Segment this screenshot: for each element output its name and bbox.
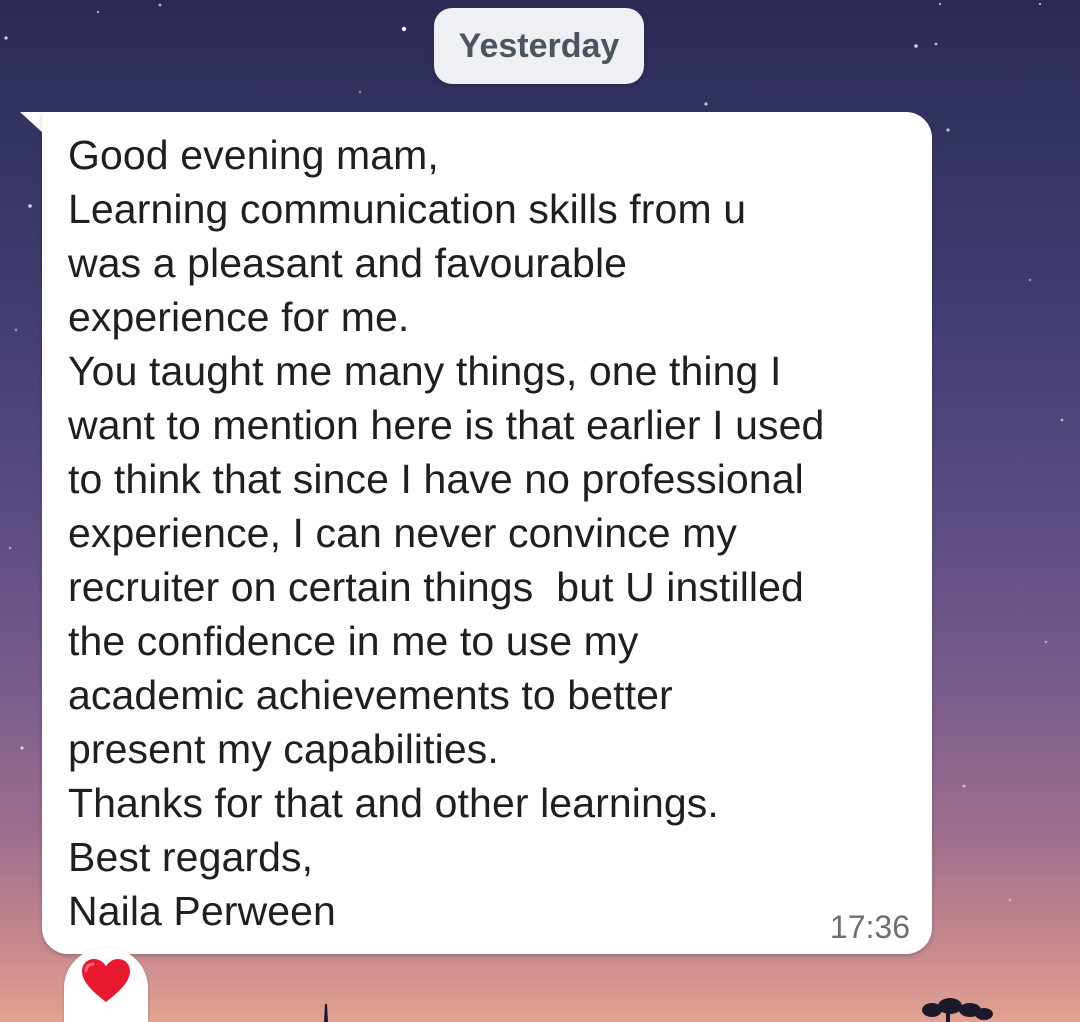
message-line: Thanks for that and other learnings. xyxy=(68,780,719,826)
message-line: experience for me. xyxy=(68,294,410,340)
red-heart-icon xyxy=(82,959,130,1002)
reaction-badge[interactable] xyxy=(64,948,148,1022)
message-line: the confidence in me to use my xyxy=(68,618,639,664)
message-line: academic achievements to better xyxy=(68,672,673,718)
tree-silhouette-left xyxy=(324,1004,328,1022)
message-line: present my capabilities. xyxy=(68,726,499,772)
date-separator-label: Yesterday xyxy=(458,26,620,65)
date-separator-chip: Yesterday xyxy=(434,8,644,84)
message-line: Good evening mam, xyxy=(68,132,439,178)
message-timestamp: 17:36 xyxy=(829,909,910,945)
message-line: to think that since I have no profession… xyxy=(68,456,804,502)
tree-silhouette-right xyxy=(922,998,993,1022)
message-line: Naila Perween xyxy=(68,888,336,934)
message-line: recruiter on certain things but U instil… xyxy=(68,564,804,610)
message-line: was a pleasant and favourable xyxy=(68,240,628,286)
message-line: You taught me many things, one thing I xyxy=(68,348,782,394)
message-line: Learning communication skills from u xyxy=(68,186,747,232)
message-line: want to mention here is that earlier I u… xyxy=(68,402,825,448)
message-line: Best regards, xyxy=(68,834,314,880)
incoming-message-bubble[interactable]: Good evening mam, Learning communication… xyxy=(42,112,932,954)
message-text: Good evening mam, Learning communication… xyxy=(68,128,918,938)
message-line: experience, I can never convince my xyxy=(68,510,737,556)
bubble-tail xyxy=(20,112,44,134)
